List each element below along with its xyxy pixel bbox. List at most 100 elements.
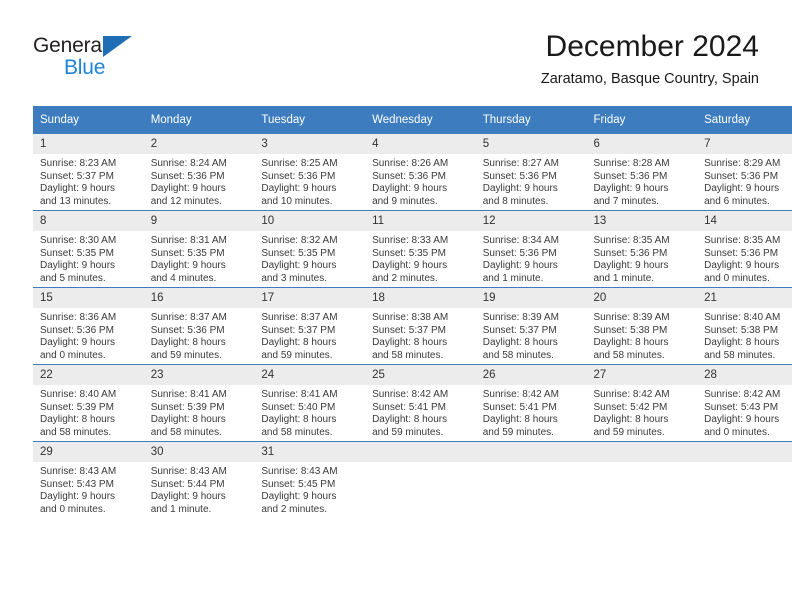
sunrise-text: Sunrise: 8:39 AM bbox=[593, 312, 670, 323]
day-cell[interactable]: 12 Sunrise: 8:34 AM Sunset: 5:36 PM Dayl… bbox=[475, 210, 587, 288]
daylight-text-line2: and 5 minutes. bbox=[40, 272, 106, 284]
day-cell[interactable]: 27 Sunrise: 8:42 AM Sunset: 5:42 PM Dayl… bbox=[586, 364, 698, 442]
day-cell[interactable]: 16 Sunrise: 8:37 AM Sunset: 5:36 PM Dayl… bbox=[143, 287, 255, 365]
daylight-text-line1: Daylight: 9 hours bbox=[150, 260, 226, 272]
sunset-text: Sunset: 5:36 PM bbox=[482, 247, 557, 259]
day-cell[interactable]: 14 Sunrise: 8:35 AM Sunset: 5:36 PM Dayl… bbox=[697, 210, 792, 288]
day-cell[interactable]: 2 Sunrise: 8:24 AM Sunset: 5:36 PM Dayli… bbox=[143, 134, 255, 211]
daylight-text-line2: and 58 minutes. bbox=[261, 426, 333, 438]
daylight-text-line1: Daylight: 9 hours bbox=[372, 183, 448, 195]
sunset-text: Sunset: 5:45 PM bbox=[261, 478, 336, 490]
sunset-text: Sunset: 5:36 PM bbox=[150, 170, 225, 182]
daylight-text-line2: and 1 minute. bbox=[593, 272, 655, 284]
sunset-text: Sunset: 5:39 PM bbox=[150, 401, 225, 413]
daylight-text-line2: and 59 minutes. bbox=[261, 349, 333, 361]
day-info: Sunrise: 8:37 AM Sunset: 5:36 PM Dayligh… bbox=[144, 308, 255, 362]
day-cell[interactable]: 13 Sunrise: 8:35 AM Sunset: 5:36 PM Dayl… bbox=[586, 210, 698, 288]
daylight-text-line1: Daylight: 8 hours bbox=[593, 337, 669, 349]
daylight-text-line1: Daylight: 8 hours bbox=[482, 414, 558, 426]
daylight-text-line1: Daylight: 9 hours bbox=[482, 183, 558, 195]
day-number: 29 bbox=[33, 442, 144, 462]
daylight-text-line1: Daylight: 9 hours bbox=[593, 260, 669, 272]
daylight-text-line1: Daylight: 8 hours bbox=[593, 414, 669, 426]
calendar-grid: Sunday Monday Tuesday Wednesday Thursday… bbox=[33, 106, 792, 518]
day-cell[interactable]: 5 Sunrise: 8:27 AM Sunset: 5:36 PM Dayli… bbox=[475, 134, 587, 211]
day-cell[interactable]: 4 Sunrise: 8:26 AM Sunset: 5:36 PM Dayli… bbox=[365, 134, 476, 211]
sunrise-text: Sunrise: 8:28 AM bbox=[593, 158, 670, 169]
day-cell[interactable]: 17 Sunrise: 8:37 AM Sunset: 5:37 PM Dayl… bbox=[254, 287, 366, 365]
page-subtitle: Zaratamo, Basque Country, Spain bbox=[540, 71, 759, 87]
sunrise-text: Sunrise: 8:25 AM bbox=[261, 158, 338, 169]
day-cell[interactable]: 28 Sunrise: 8:42 AM Sunset: 5:43 PM Dayl… bbox=[697, 364, 792, 442]
sunrise-text: Sunrise: 8:37 AM bbox=[150, 312, 227, 323]
day-cell[interactable]: 15 Sunrise: 8:36 AM Sunset: 5:36 PM Dayl… bbox=[33, 287, 144, 365]
day-cell[interactable]: 3 Sunrise: 8:25 AM Sunset: 5:36 PM Dayli… bbox=[254, 134, 366, 211]
day-cell[interactable]: 21 Sunrise: 8:40 AM Sunset: 5:38 PM Dayl… bbox=[697, 287, 792, 365]
day-cell[interactable]: 8 Sunrise: 8:30 AM Sunset: 5:35 PM Dayli… bbox=[33, 210, 144, 288]
sunset-text: Sunset: 5:38 PM bbox=[704, 324, 779, 336]
sunrise-text: Sunrise: 8:35 AM bbox=[593, 235, 670, 246]
day-info: Sunrise: 8:41 AM Sunset: 5:39 PM Dayligh… bbox=[144, 385, 255, 439]
day-info: Sunrise: 8:43 AM Sunset: 5:43 PM Dayligh… bbox=[33, 462, 144, 516]
daylight-text-line1: Daylight: 8 hours bbox=[372, 337, 448, 349]
daylight-text-line1: Daylight: 9 hours bbox=[704, 414, 780, 426]
day-number: 22 bbox=[33, 365, 144, 385]
day-cell-empty bbox=[697, 441, 792, 518]
daylight-text-line1: Daylight: 9 hours bbox=[372, 260, 448, 272]
daylight-text-line2: and 4 minutes. bbox=[150, 272, 217, 284]
day-cell[interactable]: 22 Sunrise: 8:40 AM Sunset: 5:39 PM Dayl… bbox=[33, 364, 144, 442]
day-cell[interactable]: 1 Sunrise: 8:23 AM Sunset: 5:37 PM Dayli… bbox=[33, 134, 144, 211]
day-cell[interactable]: 19 Sunrise: 8:39 AM Sunset: 5:37 PM Dayl… bbox=[475, 287, 587, 365]
day-cell[interactable]: 20 Sunrise: 8:39 AM Sunset: 5:38 PM Dayl… bbox=[586, 287, 698, 365]
day-info: Sunrise: 8:43 AM Sunset: 5:44 PM Dayligh… bbox=[144, 462, 255, 516]
daylight-text-line1: Daylight: 8 hours bbox=[704, 337, 780, 349]
daylight-text-line2: and 58 minutes. bbox=[150, 426, 222, 438]
day-cell-empty bbox=[365, 441, 476, 518]
day-info: Sunrise: 8:24 AM Sunset: 5:36 PM Dayligh… bbox=[144, 154, 255, 208]
day-cell[interactable]: 25 Sunrise: 8:42 AM Sunset: 5:41 PM Dayl… bbox=[365, 364, 476, 442]
daylight-text-line2: and 6 minutes. bbox=[704, 195, 770, 207]
day-cell[interactable]: 7 Sunrise: 8:29 AM Sunset: 5:36 PM Dayli… bbox=[697, 134, 792, 211]
day-cell[interactable]: 6 Sunrise: 8:28 AM Sunset: 5:36 PM Dayli… bbox=[586, 134, 698, 211]
day-cell[interactable]: 18 Sunrise: 8:38 AM Sunset: 5:37 PM Dayl… bbox=[365, 287, 476, 365]
sunset-text: Sunset: 5:43 PM bbox=[40, 478, 114, 490]
daylight-text-line1: Daylight: 9 hours bbox=[40, 337, 116, 349]
sunrise-text: Sunrise: 8:31 AM bbox=[150, 235, 227, 246]
day-cell[interactable]: 30 Sunrise: 8:43 AM Sunset: 5:44 PM Dayl… bbox=[143, 441, 255, 518]
daylight-text-line2: and 0 minutes. bbox=[704, 272, 770, 284]
day-info: Sunrise: 8:40 AM Sunset: 5:38 PM Dayligh… bbox=[697, 308, 792, 362]
day-cell[interactable]: 31 Sunrise: 8:43 AM Sunset: 5:45 PM Dayl… bbox=[254, 441, 366, 518]
calendar-table: Sunday Monday Tuesday Wednesday Thursday… bbox=[33, 106, 792, 518]
daylight-text-line2: and 58 minutes. bbox=[704, 349, 776, 361]
day-info: Sunrise: 8:25 AM Sunset: 5:36 PM Dayligh… bbox=[254, 154, 365, 208]
sunset-text: Sunset: 5:44 PM bbox=[150, 478, 225, 490]
weekday-header-wednesday: Wednesday bbox=[365, 106, 476, 134]
day-info bbox=[365, 462, 476, 466]
day-cell[interactable]: 26 Sunrise: 8:42 AM Sunset: 5:41 PM Dayl… bbox=[475, 364, 587, 442]
day-cell[interactable]: 11 Sunrise: 8:33 AM Sunset: 5:35 PM Dayl… bbox=[365, 210, 476, 288]
daylight-text-line1: Daylight: 8 hours bbox=[261, 337, 337, 349]
day-info: Sunrise: 8:34 AM Sunset: 5:36 PM Dayligh… bbox=[476, 231, 587, 285]
day-info: Sunrise: 8:32 AM Sunset: 5:35 PM Dayligh… bbox=[254, 231, 365, 285]
day-info: Sunrise: 8:42 AM Sunset: 5:41 PM Dayligh… bbox=[365, 385, 476, 439]
daylight-text-line2: and 59 minutes. bbox=[482, 426, 554, 438]
day-number: 2 bbox=[143, 134, 255, 154]
day-info: Sunrise: 8:38 AM Sunset: 5:37 PM Dayligh… bbox=[365, 308, 476, 362]
day-cell[interactable]: 23 Sunrise: 8:41 AM Sunset: 5:39 PM Dayl… bbox=[143, 364, 255, 442]
day-number: 15 bbox=[33, 288, 144, 308]
daylight-text-line2: and 58 minutes. bbox=[593, 349, 665, 361]
day-info: Sunrise: 8:33 AM Sunset: 5:35 PM Dayligh… bbox=[365, 231, 476, 285]
day-info: Sunrise: 8:29 AM Sunset: 5:36 PM Dayligh… bbox=[697, 154, 792, 208]
sunset-text: Sunset: 5:36 PM bbox=[593, 247, 668, 259]
day-number: 7 bbox=[697, 134, 792, 154]
day-cell[interactable]: 29 Sunrise: 8:43 AM Sunset: 5:43 PM Dayl… bbox=[33, 441, 144, 518]
daylight-text-line1: Daylight: 9 hours bbox=[704, 260, 780, 272]
daylight-text-line2: and 2 minutes. bbox=[261, 503, 327, 515]
day-cell[interactable]: 24 Sunrise: 8:41 AM Sunset: 5:40 PM Dayl… bbox=[254, 364, 366, 442]
sunrise-text: Sunrise: 8:37 AM bbox=[261, 312, 338, 323]
day-cell[interactable]: 10 Sunrise: 8:32 AM Sunset: 5:35 PM Dayl… bbox=[254, 210, 366, 288]
sunrise-text: Sunrise: 8:23 AM bbox=[40, 158, 117, 169]
day-info: Sunrise: 8:27 AM Sunset: 5:36 PM Dayligh… bbox=[476, 154, 587, 208]
day-cell[interactable]: 9 Sunrise: 8:31 AM Sunset: 5:35 PM Dayli… bbox=[143, 210, 255, 288]
daylight-text-line1: Daylight: 8 hours bbox=[261, 414, 337, 426]
